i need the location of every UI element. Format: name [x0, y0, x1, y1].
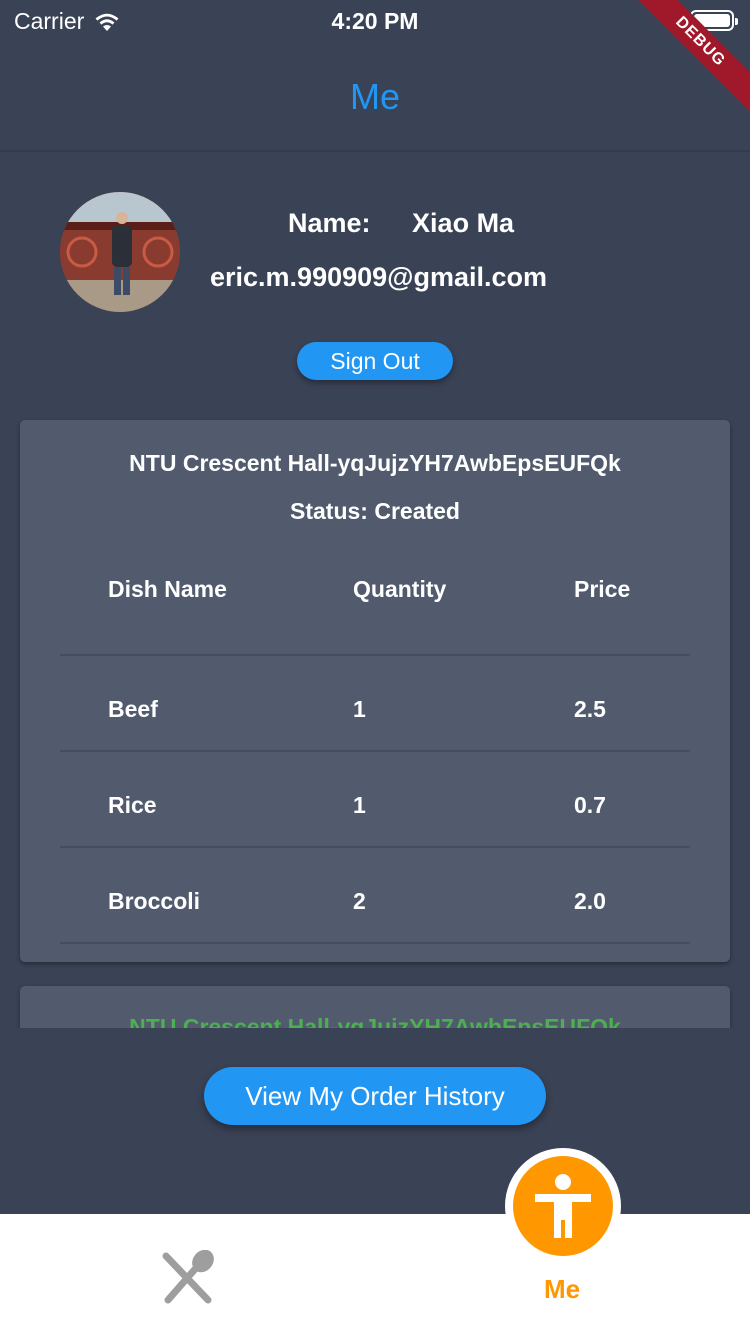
nav-item-food[interactable]	[160, 1249, 216, 1304]
profile-section: Name: Xiao Ma eric.m.990909@gmail.com Si…	[0, 152, 750, 412]
avatar	[60, 192, 180, 312]
nav-item-me[interactable]	[505, 1148, 621, 1264]
orders-list[interactable]: NTU Crescent Hall-yqJujzYH7AwbEpsEUFQk S…	[0, 410, 750, 1028]
order-title: NTU Crescent Hall-yqJujzYH7AwbEpsEUFQk	[129, 1014, 621, 1028]
status-bar: Carrier 4:20 PM	[0, 0, 750, 40]
view-order-history-button[interactable]: View My Order History	[204, 1067, 546, 1125]
order-card: NTU Crescent Hall-yqJujzYH7AwbEpsEUFQk S…	[20, 420, 730, 962]
name-value: Xiao Ma	[412, 208, 515, 238]
order-card: NTU Crescent Hall-yqJujzYH7AwbEpsEUFQk	[20, 986, 730, 1028]
page-title: Me	[349, 76, 400, 117]
cell-price: 2.0	[574, 888, 606, 914]
order-title: NTU Crescent Hall-yqJujzYH7AwbEpsEUFQk	[129, 450, 621, 476]
nav-label-me[interactable]: Me	[522, 1274, 602, 1305]
table-row: Rice 1 0.7	[60, 752, 690, 848]
cell-price: 2.5	[574, 696, 606, 722]
table-row: Beef 1 2.5	[60, 656, 690, 752]
name-label: Name:	[288, 208, 371, 238]
order-status: Status: Created	[290, 498, 460, 524]
table-header: Dish Name Quantity Price	[60, 576, 690, 656]
email-text: eric.m.990909@gmail.com	[210, 262, 548, 292]
cell-quantity: 1	[353, 792, 366, 818]
column-dish-name: Dish Name	[108, 576, 227, 602]
cell-dish: Beef	[108, 696, 158, 722]
table-row: Broccoli 2 2.0	[60, 848, 690, 944]
bottom-nav	[0, 1214, 750, 1334]
cell-quantity: 2	[353, 888, 366, 914]
cell-quantity: 1	[353, 696, 366, 722]
cell-price: 0.7	[574, 792, 606, 818]
sign-out-button[interactable]: Sign Out	[297, 342, 453, 380]
restaurant-icon	[162, 1249, 214, 1304]
app-bar: Me	[0, 40, 750, 152]
status-time: 4:20 PM	[331, 8, 419, 34]
column-quantity: Quantity	[353, 576, 447, 602]
cell-dish: Broccoli	[108, 888, 201, 914]
cell-dish: Rice	[108, 792, 157, 818]
accessibility-icon	[535, 1174, 591, 1238]
column-price: Price	[574, 576, 631, 602]
name-row: Name: Xiao Ma	[288, 208, 514, 239]
